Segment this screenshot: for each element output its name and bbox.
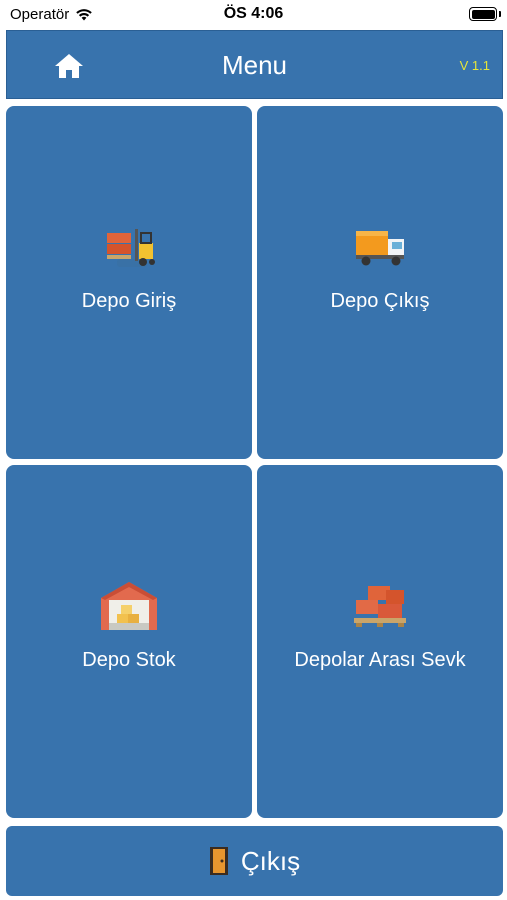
tile-depo-cikis[interactable]: Depo Çıkış bbox=[257, 106, 503, 459]
tile-label: Depolar Arası Sevk bbox=[294, 649, 466, 671]
battery-cap bbox=[499, 11, 501, 17]
forklift-icon bbox=[107, 229, 155, 267]
status-bar: Operatör ÖS 4:06 bbox=[0, 0, 507, 30]
exit-button[interactable]: Çıkış bbox=[6, 826, 503, 896]
tile-depolar-arasi-sevk[interactable]: Depolar Arası Sevk bbox=[257, 465, 503, 818]
version-label: V 1.1 bbox=[459, 58, 490, 73]
pallet-boxes-icon bbox=[354, 586, 406, 627]
tile-label: Depo Giriş bbox=[81, 290, 177, 312]
truck-icon bbox=[356, 231, 404, 266]
tile-label: Depo Çıkış bbox=[330, 290, 430, 312]
exit-label: Çıkış bbox=[240, 845, 301, 876]
battery-icon bbox=[469, 7, 497, 21]
door-icon bbox=[209, 847, 228, 875]
status-time: ÖS 4:06 bbox=[223, 5, 284, 22]
warehouse-icon bbox=[101, 582, 157, 630]
tile-depo-giris[interactable]: Depo Giriş bbox=[6, 106, 252, 459]
tile-depo-stok[interactable]: Depo Stok bbox=[6, 465, 252, 818]
page-title: Menu bbox=[221, 50, 288, 80]
header-bar: Menu V 1.1 bbox=[6, 30, 503, 99]
tile-label: Depo Stok bbox=[82, 649, 176, 671]
